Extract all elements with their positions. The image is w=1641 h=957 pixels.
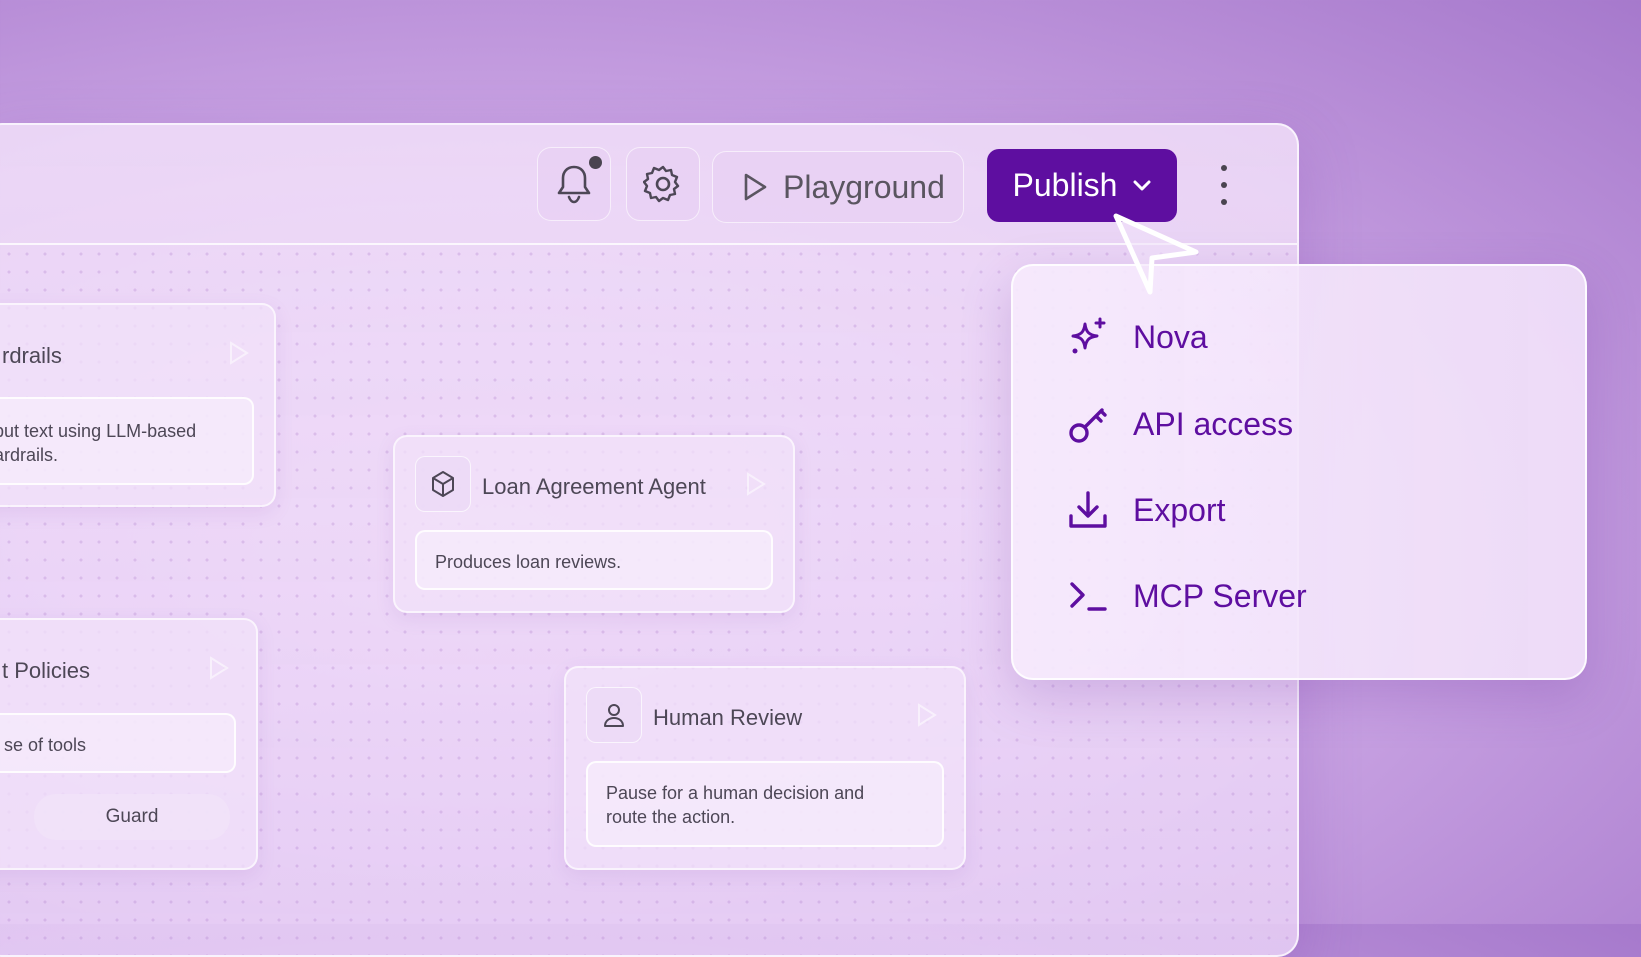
toolbar: Playground Publish [0,125,1297,245]
settings-button[interactable] [626,147,700,221]
node-title: rdrails [2,343,62,368]
kebab-dot [1221,182,1227,188]
cube-icon [432,471,454,497]
node-icon [586,687,642,743]
chevron-down-icon [1133,180,1151,190]
publish-label: Publish [1012,167,1118,203]
more-options-button[interactable] [1218,165,1230,205]
gear-icon [643,165,680,203]
node-description: nput text using LLM-based uardrails. [0,397,254,485]
node-title: t Policies [2,658,91,683]
menu-item-label: API access [1133,405,1294,442]
person-icon [604,704,624,727]
node-loan-agreement-agent[interactable]: Loan Agreement Agent Produces loan revie… [393,435,795,613]
kebab-icon [1221,165,1227,171]
node-title: Human Review [653,705,803,730]
node-policies[interactable]: t Policies se of tools Guard [0,618,258,870]
node-guardrails[interactable]: rdrails nput text using LLM-based uardra… [0,303,276,507]
terminal-icon [1067,575,1109,617]
kebab-dot [1221,199,1227,205]
play-icon[interactable] [208,656,230,680]
menu-item-label: MCP Server [1133,577,1307,614]
node-description: se of tools [0,713,236,773]
play-icon [744,173,767,201]
menu-item-api-access[interactable]: API access [1067,394,1293,454]
node-human-review[interactable]: Human Review Pause for a human decision … [564,666,966,870]
description-line: Pause for a human decision and [606,783,865,803]
notification-badge [589,156,602,169]
menu-item-nova[interactable]: Nova [1067,307,1208,367]
description-line: uardrails. [0,445,59,465]
play-icon[interactable] [745,472,767,496]
download-icon [1067,489,1109,531]
notifications-button[interactable] [537,147,611,221]
play-icon[interactable] [916,703,938,727]
menu-item-label: Nova [1133,318,1208,355]
cursor-arrow-icon [1113,213,1199,295]
publish-menu: Nova API access Export MCP Server [1011,264,1587,680]
bell-icon [557,165,591,204]
playground-button[interactable]: Playground [712,151,964,223]
node-title: Loan Agreement Agent [482,474,706,499]
menu-item-mcp-server[interactable]: MCP Server [1067,566,1307,626]
guard-button[interactable]: Guard [34,794,230,840]
menu-item-export[interactable]: Export [1067,480,1225,540]
sparkles-icon [1067,316,1109,358]
key-icon [1067,403,1109,445]
node-description: Produces loan reviews. [415,530,773,590]
play-icon[interactable] [228,341,250,365]
playground-label: Playground [783,168,945,205]
node-description: Pause for a human decision and route the… [586,761,944,847]
description-line: route the action. [606,807,736,827]
description-line: nput text using LLM-based [0,421,197,441]
node-icon [415,456,471,512]
menu-item-label: Export [1133,491,1226,528]
